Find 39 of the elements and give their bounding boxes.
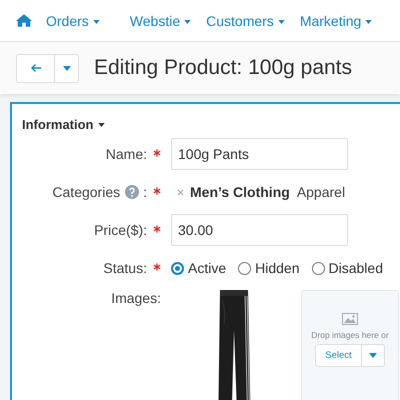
dropdown-button[interactable] — [55, 54, 79, 82]
select-button[interactable]: Select — [315, 344, 362, 367]
caret-icon — [278, 20, 285, 24]
field-label: Categories — [52, 184, 120, 200]
caret-icon — [368, 353, 377, 358]
category-tag: Men’s Clothing — [190, 184, 290, 200]
select-dropdown-button[interactable] — [362, 344, 385, 367]
nav-menu[interactable]: Orders — [46, 12, 100, 28]
section-toggle[interactable]: Information — [22, 117, 104, 132]
price-field[interactable]: 30.00 — [171, 214, 348, 246]
caret-icon — [92, 20, 100, 24]
back-arrow-icon — [30, 63, 42, 73]
radio-button[interactable] — [171, 262, 184, 274]
caret-icon — [184, 20, 192, 24]
image-dropzone[interactable]: Drop images here or Select — [301, 290, 399, 400]
drop-hint: Drop images here or — [311, 330, 389, 340]
page-title: Editing Product: 100g pants — [94, 56, 352, 80]
nav-menu[interactable]: Customers — [206, 12, 285, 28]
radio-label[interactable]: Active — [188, 260, 226, 276]
help-icon[interactable] — [125, 185, 140, 199]
nav-menu[interactable]: Webstie — [130, 12, 192, 28]
caret-icon — [62, 66, 70, 70]
field-label: Images: — [111, 290, 161, 306]
caret-icon — [98, 122, 104, 126]
radio-label[interactable]: Hidden — [255, 260, 300, 276]
image-icon — [342, 313, 358, 325]
caret-icon — [365, 20, 372, 24]
name-field[interactable]: 100g Pants — [171, 138, 348, 170]
field-label: Name: — [106, 146, 147, 162]
radio-label[interactable]: Disabled — [328, 260, 383, 276]
radio-button[interactable] — [312, 262, 324, 274]
category-option[interactable]: Apparel — [296, 184, 346, 200]
remove-icon[interactable] — [177, 188, 184, 196]
field-label: : — [143, 184, 147, 200]
home-icon[interactable] — [15, 13, 33, 28]
field-label: Status: — [103, 260, 147, 276]
nav-menu[interactable]: Marketing — [300, 12, 372, 28]
radio-button[interactable] — [238, 262, 252, 274]
field-label: Price($): — [94, 222, 147, 238]
